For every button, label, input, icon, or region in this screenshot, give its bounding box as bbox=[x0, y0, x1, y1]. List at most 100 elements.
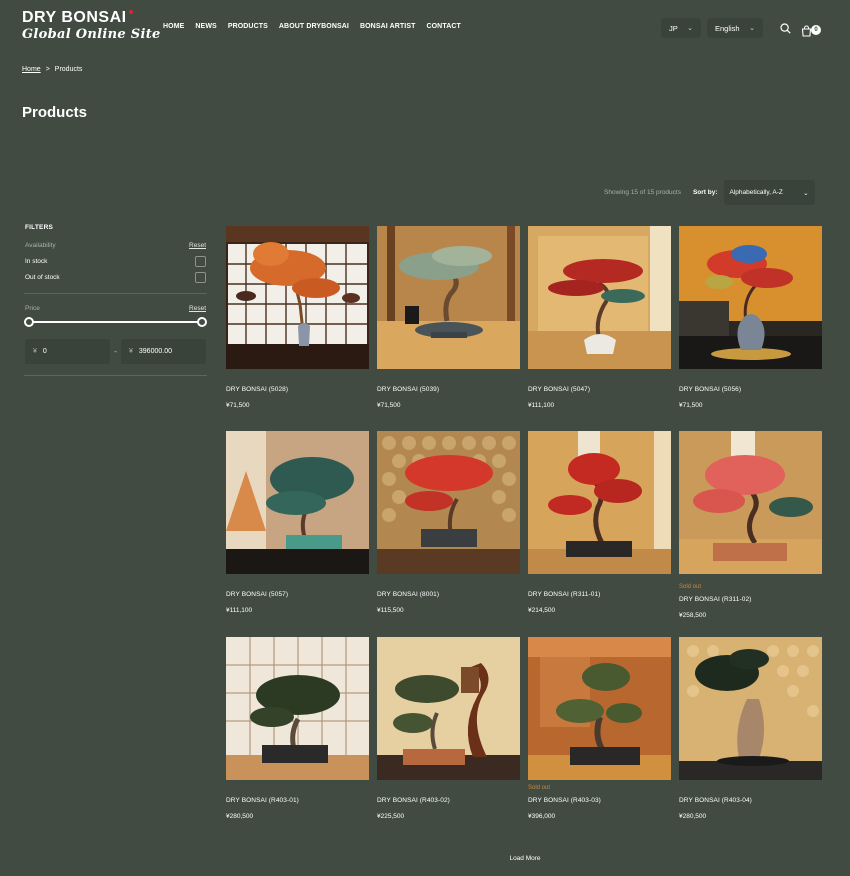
product-image[interactable] bbox=[377, 637, 520, 780]
filter-divider bbox=[24, 293, 207, 294]
nav-products[interactable]: PRODUCTS bbox=[228, 23, 268, 30]
product-card[interactable]: Sold out DRY BONSAI (R403-03) ¥396,000 bbox=[528, 637, 671, 820]
nav-bonsai-artist[interactable]: BONSAI ARTIST bbox=[360, 23, 416, 30]
product-card[interactable]: DRY BONSAI (5028) ¥71,500 bbox=[226, 226, 369, 409]
product-name[interactable]: DRY BONSAI (5039) bbox=[377, 386, 439, 393]
price-max-handle[interactable] bbox=[197, 317, 207, 327]
filter-option-in-stock[interactable]: In stock bbox=[25, 256, 206, 267]
price-range-slider[interactable] bbox=[24, 317, 207, 327]
product-image[interactable] bbox=[377, 226, 520, 369]
product-card[interactable]: DRY BONSAI (5056) ¥71,500 bbox=[679, 226, 822, 409]
product-name[interactable]: DRY BONSAI (R403-01) bbox=[226, 797, 299, 804]
product-card[interactable]: DRY BONSAI (R403-01) ¥280,500 bbox=[226, 637, 369, 820]
logo-subtitle: Global Online Site bbox=[22, 27, 161, 42]
out-of-stock-checkbox[interactable] bbox=[195, 272, 206, 283]
price-min-handle[interactable] bbox=[24, 317, 34, 327]
filter-option-out-of-stock[interactable]: Out of stock bbox=[25, 272, 206, 283]
product-price: ¥258,500 bbox=[679, 612, 707, 619]
product-name[interactable]: DRY BONSAI (R311-01) bbox=[528, 591, 600, 598]
product-name[interactable]: DRY BONSAI (5056) bbox=[679, 386, 741, 393]
product-image[interactable] bbox=[226, 637, 369, 780]
price-reset-link[interactable]: Reset bbox=[189, 305, 206, 312]
currency-select-value: JP bbox=[669, 23, 678, 33]
cart-icon[interactable]: 0 bbox=[801, 24, 821, 37]
nav-home[interactable]: HOME bbox=[163, 23, 184, 30]
price-min-input[interactable]: ¥ 0 bbox=[25, 339, 110, 364]
breadcrumb-home[interactable]: Home bbox=[22, 66, 41, 73]
logo-main-text: DRY BONSAI bbox=[22, 9, 127, 26]
product-card[interactable]: DRY BONSAI (5039) ¥71,500 bbox=[377, 226, 520, 409]
product-price: ¥71,500 bbox=[377, 402, 401, 409]
product-image[interactable] bbox=[377, 431, 520, 574]
product-image[interactable] bbox=[679, 637, 822, 780]
filter-option-label: Out of stock bbox=[25, 274, 60, 281]
language-select[interactable]: English ⌄ bbox=[707, 18, 763, 38]
sort-select-value: Alphabetically, A-Z bbox=[729, 189, 783, 196]
logo-accent-dot bbox=[128, 10, 133, 14]
product-name[interactable]: DRY BONSAI (5028) bbox=[226, 386, 288, 393]
filters-title: FILTERS bbox=[25, 224, 53, 231]
chevron-down-icon: ⌄ bbox=[687, 25, 693, 32]
product-card[interactable]: DRY BONSAI (R403-04) ¥280,500 bbox=[679, 637, 822, 820]
product-image[interactable] bbox=[528, 431, 671, 574]
product-name[interactable]: DRY BONSAI (R311-02) bbox=[679, 596, 751, 603]
product-price: ¥280,500 bbox=[226, 813, 254, 820]
product-card[interactable]: DRY BONSAI (R311-01) ¥214,500 bbox=[528, 431, 671, 614]
breadcrumb: Home > Products bbox=[22, 66, 82, 73]
locale-selects: JP ⌄ English ⌄ bbox=[661, 18, 763, 38]
price-slider-track bbox=[28, 321, 203, 323]
product-name[interactable]: DRY BONSAI (R403-02) bbox=[377, 797, 450, 804]
product-card[interactable]: DRY BONSAI (5057) ¥111,100 bbox=[226, 431, 369, 614]
product-toolbar: Showing 15 of 15 products Sort by: Alpha… bbox=[604, 180, 815, 205]
chevron-down-icon: ⌄ bbox=[749, 25, 755, 32]
chevron-right-icon: > bbox=[45, 66, 50, 73]
product-image[interactable] bbox=[679, 431, 822, 574]
product-name[interactable]: DRY BONSAI (5057) bbox=[226, 591, 288, 598]
product-price: ¥115,500 bbox=[377, 607, 404, 614]
product-card[interactable]: DRY BONSAI (5047) ¥111,100 bbox=[528, 226, 671, 409]
search-icon[interactable] bbox=[780, 21, 791, 39]
nav-contact[interactable]: CONTACT bbox=[426, 23, 460, 30]
filter-option-label: In stock bbox=[25, 258, 48, 265]
product-price: ¥214,500 bbox=[528, 607, 556, 614]
product-card[interactable]: Sold out DRY BONSAI (R311-02) ¥258,500 bbox=[679, 431, 822, 619]
product-name[interactable]: DRY BONSAI (8001) bbox=[377, 591, 439, 598]
site-logo[interactable]: DRY BONSAI Global Online Site bbox=[22, 9, 161, 43]
product-price: ¥280,500 bbox=[679, 813, 707, 820]
price-min-value: 0 bbox=[42, 348, 47, 355]
product-image[interactable] bbox=[679, 226, 822, 369]
nav-news[interactable]: NEWS bbox=[195, 23, 216, 30]
currency-select[interactable]: JP ⌄ bbox=[661, 18, 701, 38]
sold-out-label: Sold out bbox=[528, 785, 551, 791]
currency-symbol: ¥ bbox=[33, 348, 37, 355]
load-more-button[interactable]: Load More bbox=[509, 855, 540, 862]
in-stock-checkbox[interactable] bbox=[195, 256, 206, 267]
sort-select[interactable]: Alphabetically, A-Z ⌄ bbox=[723, 180, 815, 205]
product-price: ¥71,500 bbox=[679, 402, 703, 409]
product-price: ¥225,500 bbox=[377, 813, 405, 820]
nav-about[interactable]: ABOUT DRYBONSAI bbox=[279, 23, 349, 30]
product-image[interactable] bbox=[528, 226, 671, 369]
product-name[interactable]: DRY BONSAI (R403-03) bbox=[528, 797, 601, 804]
product-price: ¥71,500 bbox=[226, 402, 250, 409]
product-image[interactable] bbox=[226, 226, 369, 369]
product-price: ¥111,100 bbox=[528, 402, 555, 409]
product-card[interactable]: DRY BONSAI (R403-02) ¥225,500 bbox=[377, 637, 520, 820]
availability-reset-link[interactable]: Reset bbox=[189, 242, 206, 249]
product-card[interactable]: DRY BONSAI (8001) ¥115,500 bbox=[377, 431, 520, 614]
price-max-input[interactable]: ¥ 396000.00 bbox=[120, 339, 206, 364]
product-name[interactable]: DRY BONSAI (5047) bbox=[528, 386, 590, 393]
product-image[interactable] bbox=[226, 431, 369, 574]
sort-label: Sort by: bbox=[692, 189, 718, 196]
product-name[interactable]: DRY BONSAI (R403-04) bbox=[679, 797, 752, 804]
load-more-wrapper: Load More bbox=[226, 855, 824, 862]
price-max-value: 396000.00 bbox=[138, 348, 172, 355]
price-label: Price bbox=[25, 305, 40, 312]
cart-count-badge: 0 bbox=[811, 24, 821, 35]
product-image[interactable] bbox=[528, 637, 671, 780]
header-icons: 0 bbox=[780, 21, 821, 39]
product-price: ¥111,100 bbox=[226, 607, 253, 614]
language-select-value: English bbox=[715, 23, 740, 33]
price-range-dash: - bbox=[114, 347, 117, 356]
chevron-down-icon: ⌄ bbox=[803, 189, 809, 197]
